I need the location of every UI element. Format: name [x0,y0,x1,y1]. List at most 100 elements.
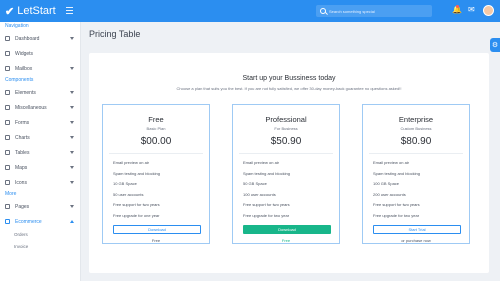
sidebar-item-elements[interactable]: Elements [0,85,80,100]
feature-list: Email preview on air Spam testing and bl… [113,158,160,221]
plan-card-enterprise: Enterprise Custom Business $80.90 Email … [362,104,470,244]
plan-subtitle: For Business [274,126,298,131]
chevron-down-icon [70,136,74,139]
plan-card-professional: Professional For Business $50.90 Email p… [232,104,340,244]
chevron-down-icon [70,121,74,124]
plan-name: Professional [265,115,307,124]
notification-dot [456,5,459,8]
sidebar-item-charts[interactable]: Charts [0,130,80,145]
plan-footer: Free [151,238,161,243]
icons-icon [5,180,10,185]
chevron-down-icon [70,151,74,154]
gear-icon[interactable]: ⚙ [490,38,500,52]
feature-item: Email preview on air [113,160,150,165]
home-icon [5,36,10,41]
download-button[interactable]: Download [113,225,201,234]
feature-list: Email preview on air Spam testing and bl… [373,158,420,221]
menu-toggle-icon[interactable] [66,7,73,14]
chevron-down-icon [70,181,74,184]
sidebar-subitem-invoice[interactable]: Invoice [0,241,80,253]
feature-item: 10 GB Space [113,181,137,186]
sidebar-section-more: More [5,191,17,197]
cart-icon [5,219,10,224]
feature-item: Spam testing and blocking [113,170,160,176]
search-box[interactable] [316,5,432,17]
chevron-down-icon [70,205,74,208]
chevron-down-icon [70,37,74,40]
sidebar-item-ecommerce[interactable]: Ecommerce [0,214,80,229]
sidebar-item-maps[interactable]: Maps [0,160,80,175]
pricing-heading: Start up your Bussiness today [242,75,336,82]
sidebar-item-label: Maps [15,164,28,171]
divider [109,153,203,154]
feature-item: 100 user accounts [243,191,276,197]
sidebar-subitem-orders[interactable]: Orders [0,229,80,241]
sidebar-section-components: Components [5,77,34,83]
charts-icon [5,135,10,140]
search-icon [320,8,326,14]
sidebar-item-forms[interactable]: Forms [0,115,80,130]
feature-item: 50 GB Space [243,181,267,186]
sidebar-item-widgets[interactable]: Widgets [0,46,80,61]
mail-icon [5,66,10,71]
maps-icon [5,165,10,170]
sidebar-item-mailbox[interactable]: Mailbox [0,61,80,76]
sidebar-item-label: Icons [15,179,27,186]
plan-subtitle: Custom Business [400,126,432,131]
top-bar: ✔ LetStart 🔔 ✉ [0,0,500,22]
sidebar-item-label: Dashboard [15,35,40,42]
tables-icon [5,150,10,155]
brand-name: LetStart [17,5,56,17]
plan-name: Free [148,115,164,124]
sidebar-item-label: Elements [15,89,36,96]
sidebar-item-label: Widgets [15,50,34,57]
feature-list: Email preview on air Spam testing and bl… [243,158,290,221]
forms-icon [5,120,10,125]
plan-price: $80.90 [400,136,432,147]
feature-item: 200 user accounts [373,191,406,197]
pricing-panel: Start up your Bussiness today Choose a p… [89,53,489,273]
avatar[interactable] [483,5,494,16]
start-trial-button[interactable]: Start Trial [373,225,461,234]
sidebar-item-miscellaneous[interactable]: Miscellaneous [0,100,80,115]
divider [239,153,333,154]
sidebar-item-tables[interactable]: Tables [0,145,80,160]
sidebar-item-label: Pages [15,203,30,210]
chevron-down-icon [70,166,74,169]
chevron-down-icon [70,91,74,94]
sidebar: Navigation Dashboard Widgets Mailbox Com… [0,22,81,281]
search-input[interactable] [329,8,429,14]
feature-item: Spam testing and blocking [243,170,290,176]
sidebar-item-label: Mailbox [15,65,33,72]
plan-footer: Free [281,238,291,243]
sidebar-item-icons[interactable]: Icons [0,175,80,190]
purchase-link[interactable]: or purchase now [363,238,469,243]
sidebar-item-label: Forms [15,119,30,126]
feature-item: Free upgrade for two year [373,212,420,218]
elements-icon [5,90,10,95]
checkmark-icon: ✔ [5,5,15,18]
divider [369,153,463,154]
feature-item: Free upgrade for two year [243,212,290,218]
plan-subtitle: Basic Plan [146,126,166,131]
feature-item: 50 user accounts [113,191,144,197]
sidebar-item-dashboard[interactable]: Dashboard [0,31,80,46]
sidebar-section-navigation: Navigation [5,23,29,29]
pages-icon [5,204,10,209]
widgets-icon [5,51,10,56]
sidebar-item-label: Miscellaneous [15,104,47,111]
sidebar-item-pages[interactable]: Pages [0,199,80,214]
plan-price: $50.90 [270,136,302,147]
sidebar-item-label: Ecommerce [15,218,42,225]
sidebar-item-label: Charts [15,134,30,141]
download-button[interactable]: Download [243,225,331,234]
chevron-down-icon [70,67,74,70]
plan-name: Enterprise [398,115,434,124]
feature-item: Free support for two years [373,202,420,207]
feature-item: Email preview on air [373,160,410,165]
chevron-up-icon [70,220,74,223]
envelope-icon[interactable]: ✉ [468,6,475,14]
plan-card-free: Free Basic Plan $00.00 Email preview on … [102,104,210,244]
feature-item: Email preview on air [243,160,280,165]
chevron-down-icon [70,106,74,109]
